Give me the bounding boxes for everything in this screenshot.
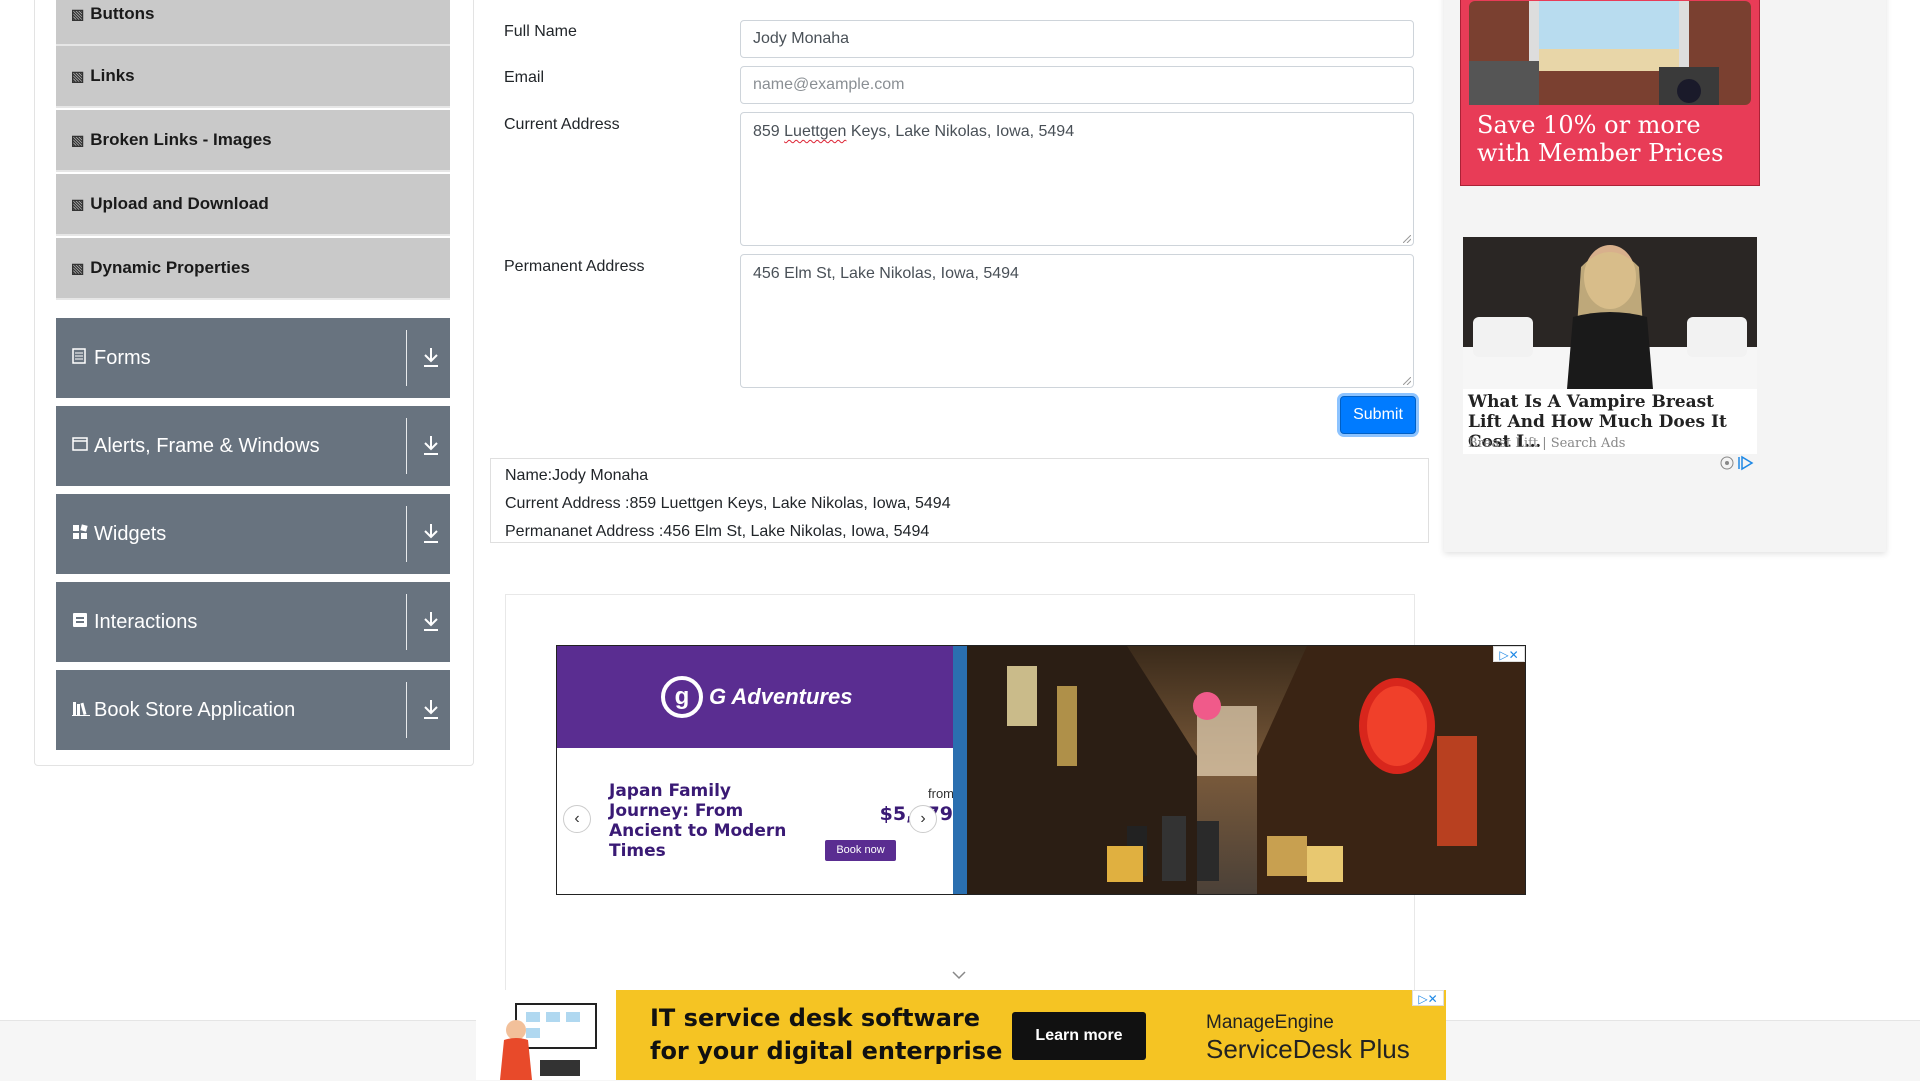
chevron-down-icon[interactable] <box>950 968 968 982</box>
search-ad-source: Breast Lift | Search Ads <box>1468 436 1626 451</box>
download-icon[interactable] <box>420 344 442 370</box>
sidebar-group-book-store[interactable]: Book Store Application <box>56 670 450 750</box>
download-icon[interactable] <box>420 696 442 722</box>
sidebar-item-label: Buttons <box>90 4 155 23</box>
current-address-label: Current Address <box>504 116 620 133</box>
email-placeholder: name@example.com <box>753 76 905 93</box>
ad-price: $5,079 <box>853 803 953 825</box>
sidebar-item-broken-links[interactable]: ▧ Broken Links - Images <box>56 110 450 172</box>
banner-headline-line1: IT service desk software <box>650 1004 981 1032</box>
download-icon[interactable] <box>420 520 442 546</box>
manageengine-logo: ManageEngine <box>1206 1012 1334 1033</box>
full-name-value: Jody Monaha <box>753 30 850 47</box>
ad-header: g G Adventures <box>557 646 953 748</box>
carousel-next-icon[interactable]: › <box>909 805 937 833</box>
tokyo-alley-photo <box>967 646 1525 894</box>
permanent-address-value: 456 Elm St, Lake Nikolas, Iowa, 5494 <box>753 265 1019 282</box>
carousel-prev-icon[interactable]: ‹ <box>563 805 591 833</box>
output-panel: Name:Jody Monaha Current Address :859 Lu… <box>490 458 1429 543</box>
sidebar-group-label: Alerts, Frame & Windows <box>94 434 320 457</box>
sidebar-group-interactions[interactable]: Interactions <box>56 582 450 662</box>
output-permanent-address: Permananet Address :456 Elm St, Lake Nik… <box>505 523 930 540</box>
banner-headline: IT service desk software for your digita… <box>650 1002 1010 1068</box>
search-ad[interactable]: What Is A Vampire Breast Lift And How Mu… <box>1463 237 1757 454</box>
book-icon: ▧ <box>71 195 85 212</box>
sidebar-item-dynamic-properties[interactable]: ▧ Dynamic Properties <box>56 238 450 300</box>
book-icon: ▧ <box>71 5 85 22</box>
hotel-room-photo <box>1469 1 1751 105</box>
output-name: Name:Jody Monaha <box>505 467 649 484</box>
sidebar-item-buttons[interactable]: ▧ Buttons <box>56 0 450 46</box>
window-icon <box>72 436 88 456</box>
g-adventures-ad[interactable]: g G Adventures ‹ Japan Family Journey: F… <box>556 645 1526 895</box>
output-current-address: Current Address :859 Luettgen Keys, Lake… <box>505 495 951 512</box>
g-adventures-logo: g G Adventures <box>661 674 861 720</box>
sidebar-group-label: Forms <box>94 346 151 369</box>
current-address-textarea[interactable]: 859 Luettgen Keys, Lake Nikolas, Iowa, 5… <box>740 112 1414 246</box>
servicedesk-product-name: ServiceDesk Plus <box>1206 1034 1410 1064</box>
sidebar-group-widgets[interactable]: Widgets <box>56 494 450 574</box>
sidebar-group-label: Interactions <box>94 610 198 633</box>
sidebar-item-upload-download[interactable]: ▧ Upload and Download <box>56 174 450 236</box>
illustration-icon <box>476 990 616 1080</box>
book-icon <box>72 700 90 721</box>
sidebar-group-forms[interactable]: Forms <box>56 318 450 398</box>
g-logo-icon: g <box>661 676 703 718</box>
banner-headline-line2: for your digital enterprise <box>650 1037 1003 1065</box>
sidebar-item-links[interactable]: ▧ Links <box>56 46 450 108</box>
permanent-address-label: Permanent Address <box>504 258 645 275</box>
adchoices-icon[interactable]: ▷✕ <box>1493 646 1525 662</box>
widgets-icon <box>72 523 88 545</box>
permanent-address-textarea[interactable]: 456 Elm St, Lake Nikolas, Iowa, 5494 <box>740 254 1414 388</box>
ad-from-label: from <box>928 786 954 801</box>
email-input[interactable]: name@example.com <box>740 66 1414 104</box>
form-icon <box>72 347 88 369</box>
adchoices-icon[interactable] <box>1720 455 1758 471</box>
sidebar-group-alerts[interactable]: Alerts, Frame & Windows <box>56 406 450 486</box>
ad-brand: G Adventures <box>709 684 853 709</box>
submit-button[interactable]: Submit <box>1340 396 1416 434</box>
sidebar-item-label: Links <box>90 66 135 85</box>
adchoices-icon[interactable]: ▷✕ <box>1412 990 1444 1006</box>
sidebar-group-label: Widgets <box>94 522 167 545</box>
download-icon[interactable] <box>420 608 442 634</box>
current-address-text-rest: Keys, Lake Nikolas, Iowa, 5494 <box>846 123 1075 140</box>
email-label: Email <box>504 69 545 86</box>
sidebar-item-label: Upload and Download <box>90 194 269 213</box>
learn-more-button[interactable]: Learn more <box>1012 1012 1146 1060</box>
ad-title: Japan Family Journey: From Ancient to Mo… <box>609 781 787 861</box>
full-name-label: Full Name <box>504 23 577 40</box>
download-icon[interactable] <box>420 432 442 458</box>
misspelled-word: Luettgen <box>784 123 847 140</box>
sidebar-group-label: Book Store Application <box>94 698 296 721</box>
book-now-button[interactable]: Book now <box>825 840 896 861</box>
book-icon: ▧ <box>71 131 85 148</box>
resize-handle-icon[interactable] <box>1403 377 1411 385</box>
current-address-text: 859 <box>753 123 785 140</box>
interactions-icon <box>72 612 88 633</box>
member-prices-ad[interactable]: Save 10% or more with Member Prices <box>1460 0 1760 186</box>
book-icon: ▧ <box>71 67 85 84</box>
servicedesk-ad[interactable]: IT service desk software for your digita… <box>476 990 1446 1080</box>
sidebar-item-label: Broken Links - Images <box>90 130 272 149</box>
member-prices-promo: Save 10% or more with Member Prices <box>1477 111 1724 167</box>
full-name-input[interactable]: Jody Monaha <box>740 20 1414 58</box>
ad-photo <box>1463 237 1757 389</box>
resize-handle-icon[interactable] <box>1403 235 1411 243</box>
sidebar-item-label: Dynamic Properties <box>90 258 250 277</box>
book-icon: ▧ <box>71 259 85 276</box>
